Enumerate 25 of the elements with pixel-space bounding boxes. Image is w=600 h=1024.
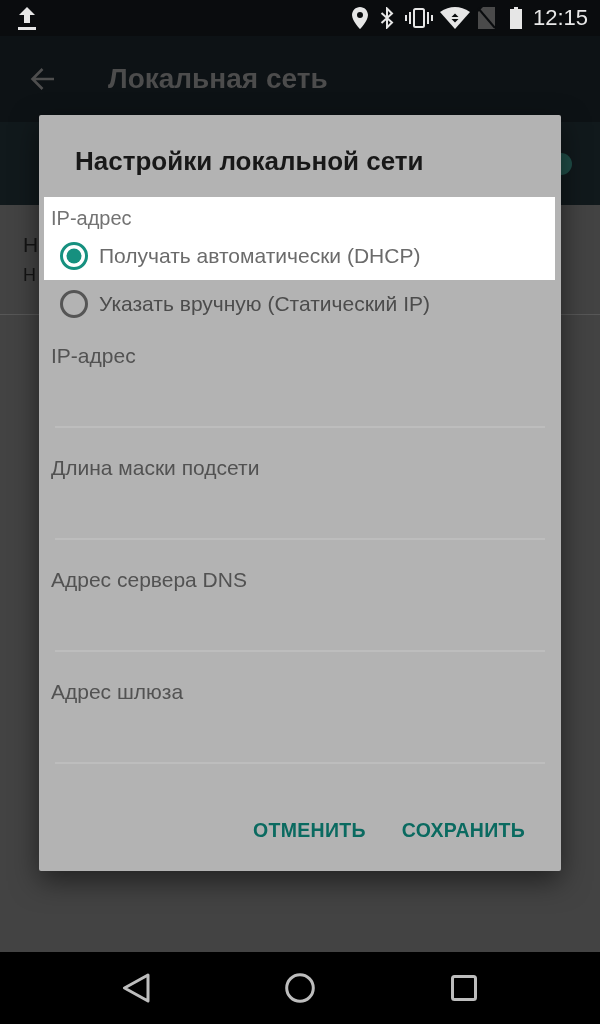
back-icon[interactable]	[122, 973, 150, 1003]
field-label: Адрес шлюза	[51, 680, 184, 704]
upload-icon	[17, 6, 37, 30]
dialog-title: Настройки локальной сети	[75, 145, 424, 177]
dialog-button[interactable]: СОХРАНИТЬ	[393, 806, 533, 854]
radio-icon[interactable]	[60, 290, 88, 318]
wifi-icon	[439, 7, 470, 29]
no-sim-icon	[476, 7, 496, 29]
radio-option[interactable]: Указать вручную (Статический IP)	[44, 280, 555, 328]
back-arrow-icon[interactable]	[30, 67, 55, 91]
battery-icon	[509, 7, 522, 29]
field-label: Длина маски подсети	[51, 456, 260, 480]
app-bar-title: Локальная сеть	[108, 62, 328, 96]
radio-icon[interactable]	[60, 242, 88, 270]
home-icon[interactable]	[285, 973, 315, 1003]
group-label: IP-адрес	[44, 197, 555, 232]
field-label: IP-адрес	[51, 344, 136, 368]
dialog-button[interactable]: ОТМЕНИТЬ	[245, 806, 374, 854]
recents-icon[interactable]	[451, 975, 477, 1001]
bluetooth-icon	[379, 7, 394, 29]
vibrate-icon	[404, 8, 433, 28]
field-label: Адрес сервера DNS	[51, 568, 247, 592]
clock-time: 12:15	[532, 5, 588, 31]
location-pin-icon	[351, 7, 368, 29]
radio-option[interactable]: Получать автоматически (DHCP)	[44, 232, 555, 280]
